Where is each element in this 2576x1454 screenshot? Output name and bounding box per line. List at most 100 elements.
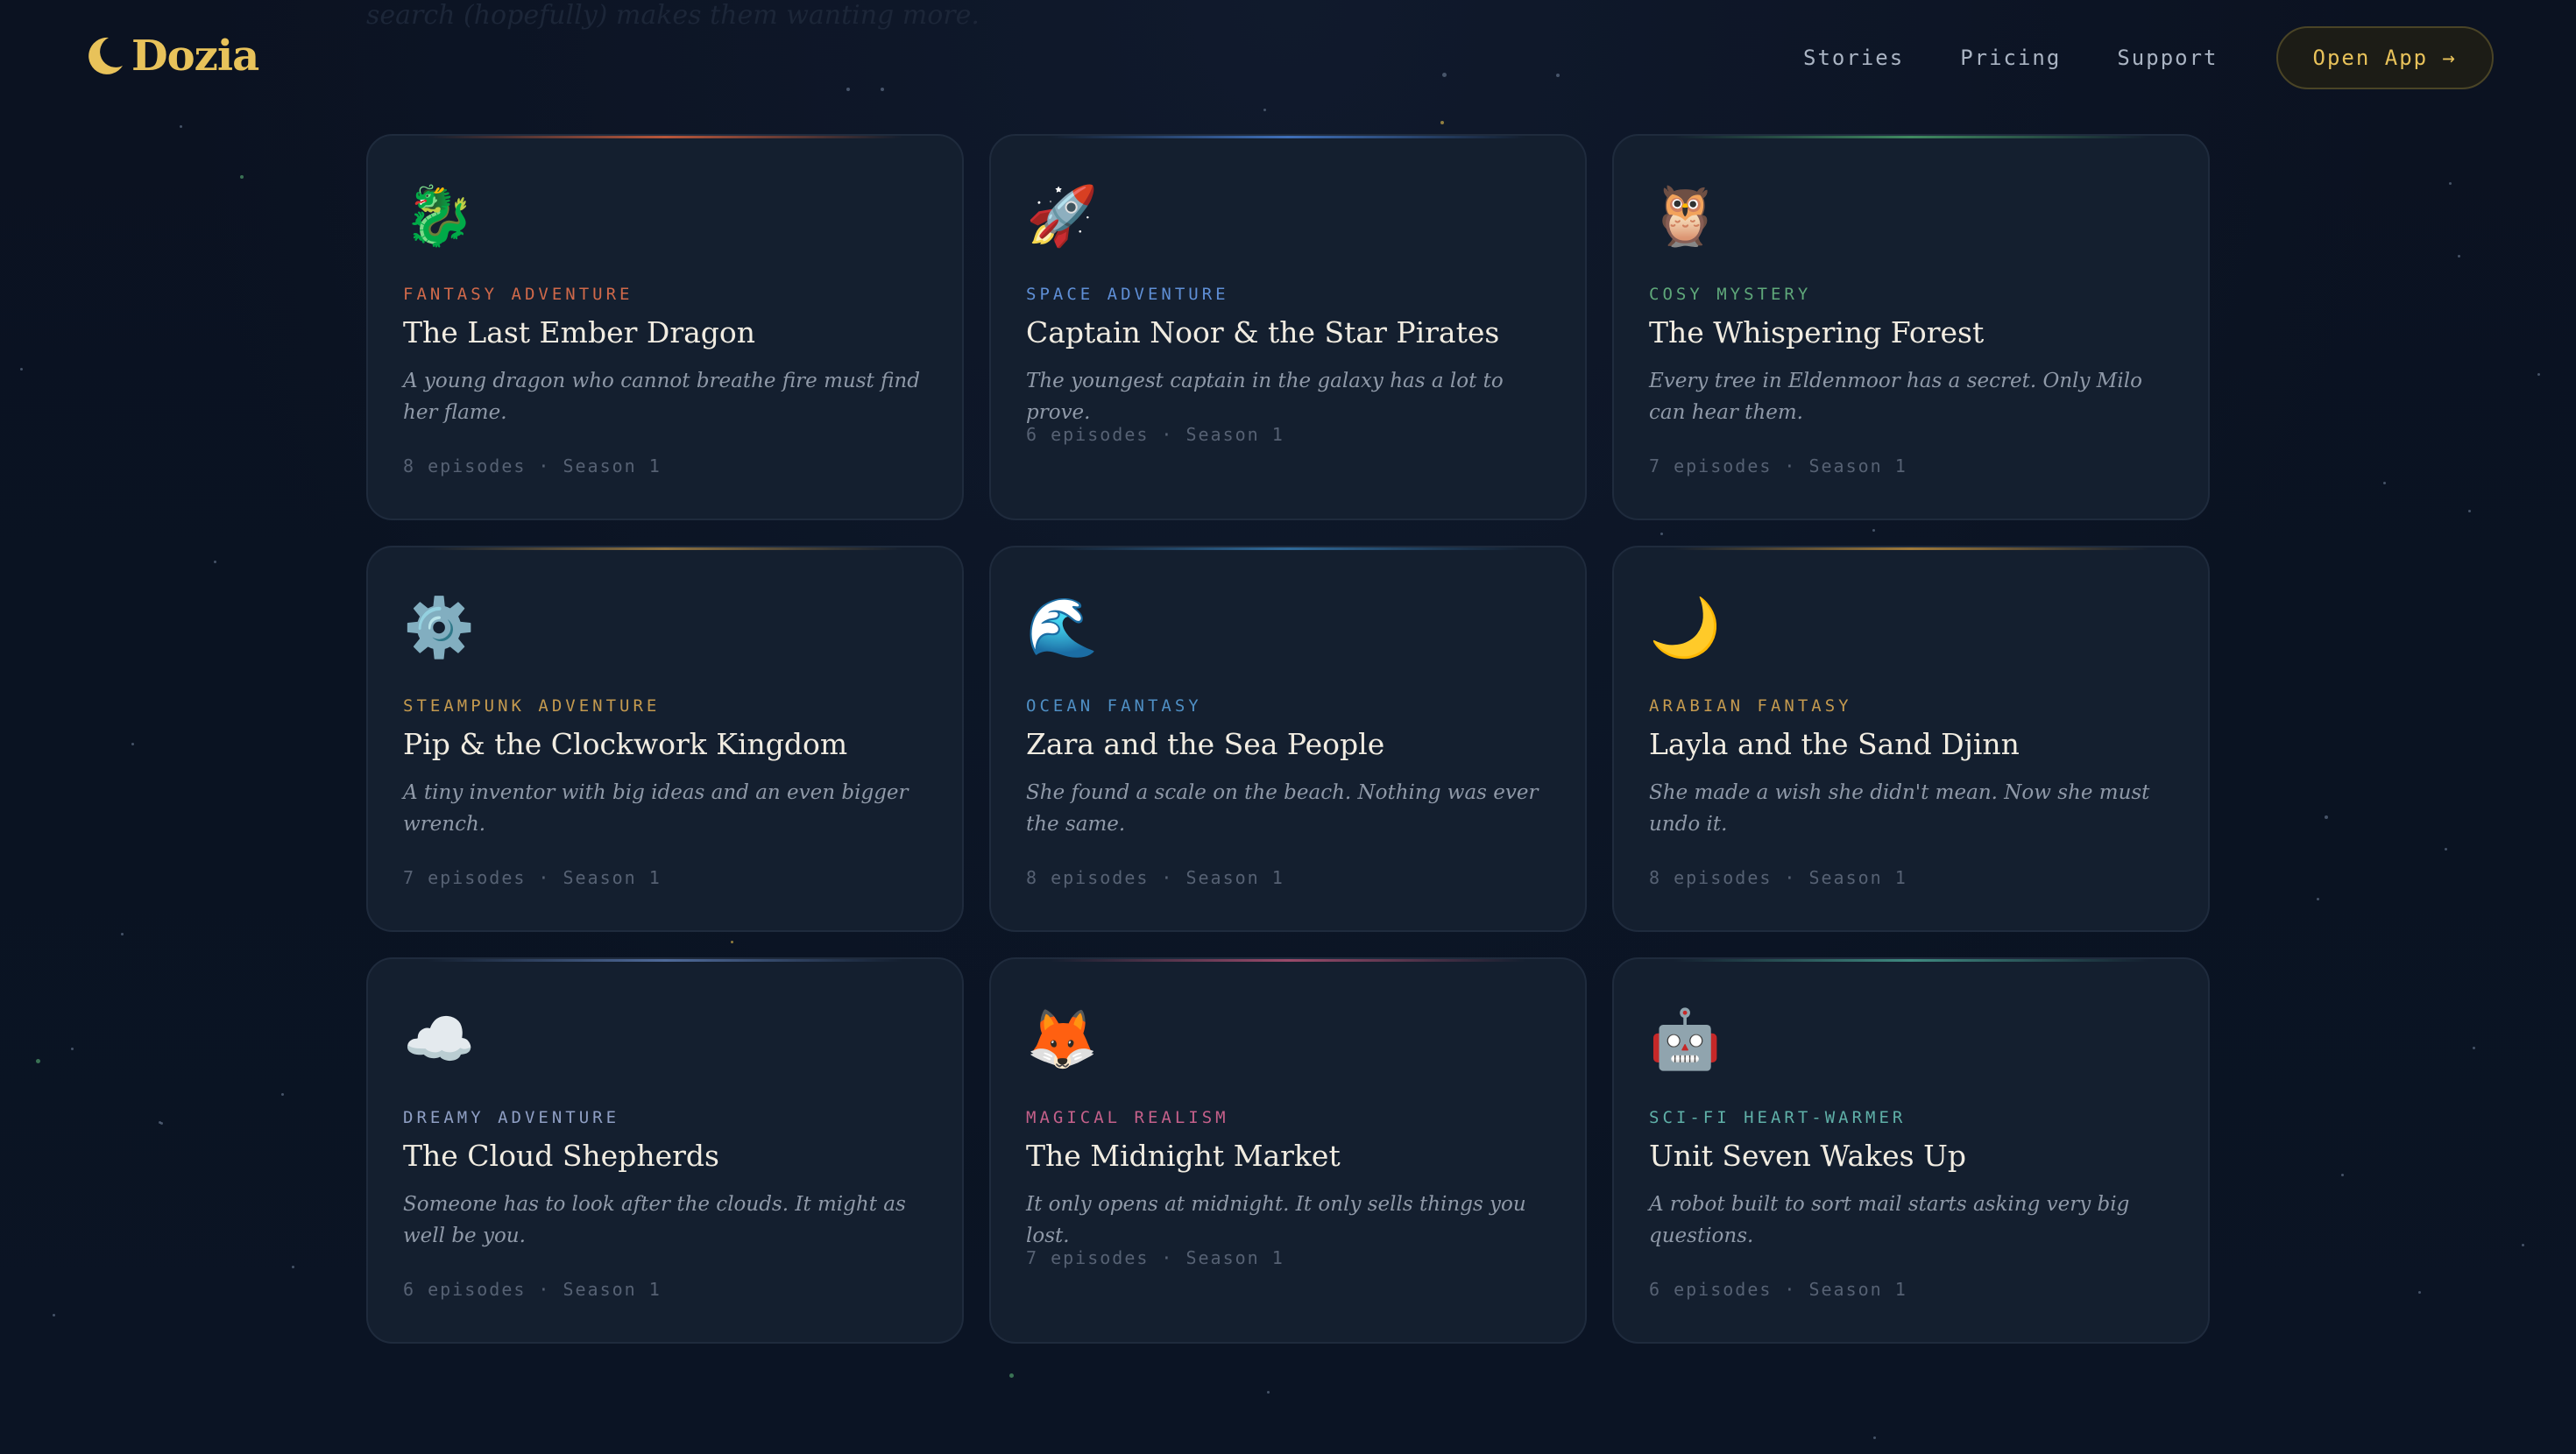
story-card[interactable]: 🤖 SCI-FI HEART-WARMER Unit Seven Wakes Up A… (1612, 957, 2210, 1344)
story-description: She found a scale on the beach. Nothing … (1026, 781, 1539, 836)
story-title: Pip & the Clockwork Kingdom (403, 727, 848, 761)
episode-count: 7 episodes (1649, 455, 1773, 476)
story-meta: 8 episodes · Season 1 (403, 455, 662, 476)
season-label: Season 1 (1185, 1247, 1284, 1268)
story-genre: ARABIAN FANTASY (1649, 696, 1852, 716)
season-label: Season 1 (1808, 1279, 1907, 1300)
story-title: The Cloud Shepherds (403, 1139, 719, 1173)
story-title: Layla and the Sand Djinn (1649, 727, 2020, 761)
open-app-button[interactable]: Open App → (2275, 26, 2494, 89)
story-card[interactable]: 🦉 COSY MYSTERY The Whispering Forest Every … (1612, 134, 2210, 520)
star-dot (1556, 74, 1560, 77)
episode-count: 7 episodes (403, 867, 527, 888)
meta-separator: · (1784, 1279, 1797, 1300)
card-accent-line (427, 547, 903, 550)
story-card[interactable]: 🌙 ARABIAN FANTASY Layla and the Sand Djinn… (1612, 546, 2210, 932)
episode-count: 6 episodes (1026, 424, 1150, 445)
season-label: Season 1 (1185, 867, 1284, 888)
star-dot (2468, 510, 2471, 512)
page: search (hopefully) makes them wanting mo… (0, 0, 2576, 1454)
star-dot (2458, 255, 2460, 258)
nav-support[interactable]: Support (2117, 46, 2218, 70)
story-meta: 7 episodes · Season 1 (1026, 1247, 1284, 1268)
star-dot (2449, 182, 2452, 185)
robot-icon: 🤖 (1649, 1006, 1722, 1073)
wave-icon: 🌊 (1026, 594, 1099, 661)
faded-hero-text: search (hopefully) makes them wanting mo… (366, 0, 980, 31)
star-dot (2537, 373, 2540, 376)
star-dot (881, 88, 884, 91)
card-accent-line (427, 136, 903, 138)
star-dot (2383, 482, 2386, 484)
season-label: Season 1 (563, 867, 662, 888)
star-dot (20, 368, 23, 371)
story-card[interactable]: 🌊 OCEAN FANTASY Zara and the Sea People She… (989, 546, 1587, 932)
star-dot (2445, 848, 2447, 851)
story-title: Zara and the Sea People (1026, 727, 1385, 761)
star-dot (121, 933, 124, 935)
meta-separator: · (1784, 867, 1797, 888)
nav-pricing[interactable]: Pricing (1960, 46, 2061, 70)
season-label: Season 1 (563, 455, 662, 476)
star-dot (1267, 1391, 1270, 1394)
star-dot (159, 1121, 161, 1124)
season-label: Season 1 (1808, 867, 1907, 888)
story-card[interactable]: ⚙️ STEAMPUNK ADVENTURE Pip & the Clockwork… (366, 546, 964, 932)
episode-count: 6 episodes (403, 1279, 527, 1300)
story-description: It only opens at midnight. It only sells… (1026, 1193, 1526, 1247)
card-accent-line (1673, 959, 2149, 962)
meta-separator: · (1784, 455, 1797, 476)
episode-count: 7 episodes (1026, 1247, 1150, 1268)
episode-count: 8 episodes (403, 455, 527, 476)
story-meta: 8 episodes · Season 1 (1026, 867, 1284, 888)
star-dot (1263, 109, 1266, 111)
star-dot (2418, 1291, 2421, 1294)
star-dot (281, 1093, 284, 1096)
card-accent-line (1673, 136, 2149, 138)
story-meta: 6 episodes · Season 1 (1026, 424, 1284, 445)
card-accent-line (1050, 959, 1526, 962)
season-label: Season 1 (1808, 455, 1907, 476)
story-description: The youngest captain in the galaxy has a… (1026, 370, 1504, 424)
star-dot (1440, 121, 1444, 124)
star-dot (2317, 898, 2319, 900)
story-genre: SPACE ADVENTURE (1026, 285, 1229, 304)
story-description: Every tree in Eldenmoor has a secret. On… (1649, 370, 2142, 424)
story-genre: SCI-FI HEART-WARMER (1649, 1108, 1907, 1127)
meta-separator: · (1161, 424, 1174, 445)
story-genre: FANTASY ADVENTURE (403, 285, 633, 304)
episode-count: 6 episodes (1649, 1279, 1773, 1300)
story-card[interactable]: ☁️ DREAMY ADVENTURE The Cloud Shepherds Som… (366, 957, 964, 1344)
episode-count: 8 episodes (1026, 867, 1150, 888)
star-dot (214, 561, 216, 563)
story-genre: DREAMY ADVENTURE (403, 1108, 620, 1127)
main-nav: Stories Pricing Support Open App → (1803, 26, 2494, 89)
story-card[interactable]: 🚀 SPACE ADVENTURE Captain Noor & the Star … (989, 134, 1587, 520)
cloud-icon: ☁️ (403, 1006, 476, 1073)
story-title: Captain Noor & the Star Pirates (1026, 315, 1500, 349)
star-dot (180, 125, 182, 128)
story-genre: MAGICAL REALISM (1026, 1108, 1229, 1127)
story-title: The Last Ember Dragon (403, 315, 756, 349)
meta-separator: · (538, 1279, 551, 1300)
crescent-moon-icon (88, 37, 123, 74)
meta-separator: · (538, 455, 551, 476)
story-genre: STEAMPUNK ADVENTURE (403, 696, 661, 716)
story-description: A tiny inventor with big ideas and an ev… (403, 781, 909, 836)
season-label: Season 1 (1185, 424, 1284, 445)
fox-icon: 🦊 (1026, 1006, 1099, 1073)
nav-stories[interactable]: Stories (1803, 46, 1904, 70)
story-genre: OCEAN FANTASY (1026, 696, 1202, 716)
story-description: Someone has to look after the clouds. It… (403, 1193, 906, 1247)
owl-icon: 🦉 (1649, 182, 1722, 250)
story-card[interactable]: 🦊 MAGICAL REALISM The Midnight Market It on… (989, 957, 1587, 1344)
story-genre: COSY MYSTERY (1649, 285, 1812, 304)
star-dot (846, 88, 850, 91)
gear-icon: ⚙️ (403, 594, 476, 661)
dragon-icon: 🐉 (403, 182, 476, 250)
star-dot (36, 1059, 40, 1063)
story-card[interactable]: 🐉 FANTASY ADVENTURE The Last Ember Dragon A… (366, 134, 964, 520)
story-title: The Whispering Forest (1649, 315, 1985, 349)
story-meta: 6 episodes · Season 1 (403, 1279, 662, 1300)
logo[interactable]: Dozia (82, 32, 259, 81)
